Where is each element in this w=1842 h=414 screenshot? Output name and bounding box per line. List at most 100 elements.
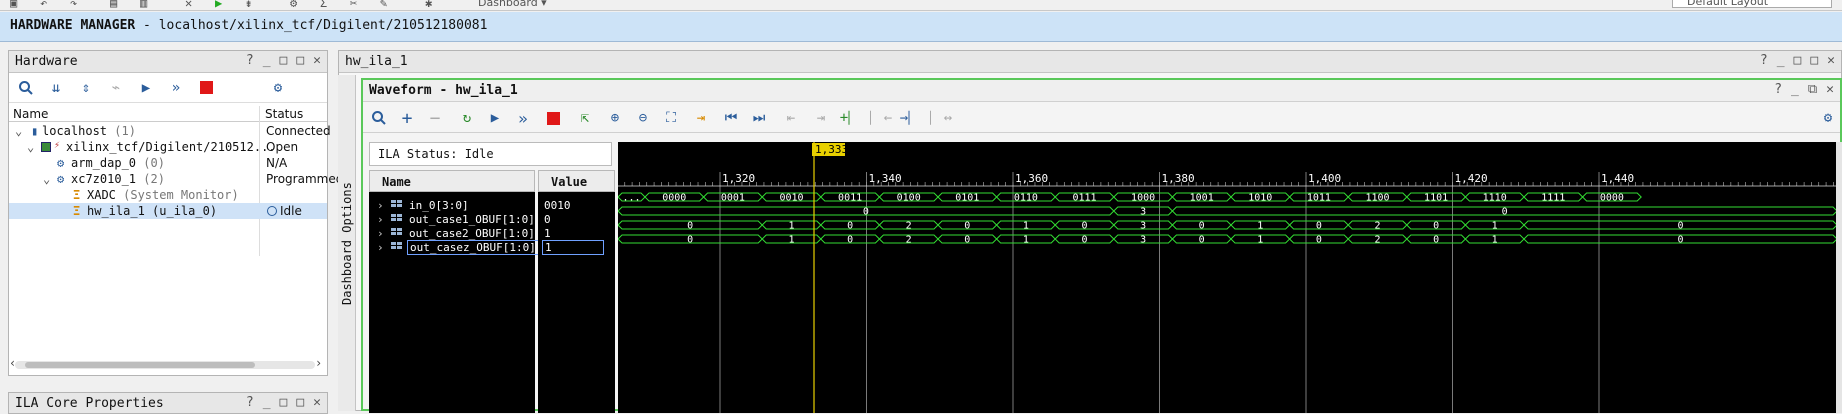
swap-cursors-icon[interactable]: ⎸↔ bbox=[930, 108, 952, 128]
delete-icon[interactable]: ✕ bbox=[185, 0, 192, 10]
gear-icon[interactable]: ⚙ bbox=[269, 79, 287, 97]
chevron-down-icon[interactable]: ⌄ bbox=[27, 140, 34, 154]
gear-icon[interactable]: ⚙ bbox=[1818, 108, 1838, 128]
run-immediate-icon[interactable]: » bbox=[167, 79, 185, 97]
search-icon[interactable] bbox=[17, 79, 35, 97]
horizontal-scrollbar[interactable]: ‹ › bbox=[9, 356, 322, 370]
pin-icon[interactable]: ✱ bbox=[425, 0, 432, 10]
run-trigger-icon[interactable]: ▶ bbox=[485, 108, 505, 128]
tree-row-xadc[interactable]: Ξ XADC (System Monitor) bbox=[9, 187, 327, 203]
save-icon[interactable]: ▣ bbox=[10, 0, 17, 10]
run-trigger-icon[interactable]: ▶ bbox=[137, 79, 155, 97]
bus-value-label: 0 bbox=[847, 221, 853, 232]
maximize-icon[interactable]: □ bbox=[296, 53, 304, 68]
help-icon[interactable]: ? bbox=[246, 53, 254, 68]
paste-icon[interactable]: ▥ bbox=[140, 0, 147, 10]
dashboard-options-tab[interactable]: Dashboard Options bbox=[338, 75, 356, 411]
value-column-header[interactable]: Value bbox=[538, 170, 615, 192]
close-icon[interactable]: ✕ bbox=[313, 395, 321, 410]
scroll-right-icon[interactable]: › bbox=[315, 356, 322, 370]
float-icon[interactable]: ⧉ bbox=[1808, 82, 1817, 97]
next-transition-icon[interactable]: ⇥ bbox=[811, 108, 831, 128]
maximize-icon[interactable]: □ bbox=[296, 395, 304, 410]
tree-row-localhost[interactable]: ⌄ ▮ localhost (1) Connected bbox=[9, 123, 331, 139]
sigma-icon[interactable]: Σ bbox=[320, 0, 327, 10]
close-icon[interactable]: ✕ bbox=[1827, 53, 1835, 68]
restore-icon[interactable]: □ bbox=[280, 53, 288, 68]
link-icon: ⚡ bbox=[54, 140, 61, 151]
auto-connect-icon[interactable]: ⌁ bbox=[107, 79, 125, 97]
stop-icon[interactable] bbox=[543, 108, 563, 128]
tree-row-arm-dap[interactable]: ⚙ arm_dap_0 (0) N/A bbox=[9, 155, 327, 171]
tree-row-hw-ila[interactable]: Ξ hw_ila_1 (u_ila_0) Idle bbox=[9, 203, 327, 219]
signal-row[interactable]: › out_casez_OBUF[1:0] bbox=[369, 240, 539, 255]
bus-value-label: 0 bbox=[863, 207, 869, 218]
layout-selector[interactable]: Default Layout bbox=[1672, 0, 1832, 8]
go-to-start-icon[interactable]: ⏮ bbox=[721, 108, 741, 128]
waveform-svg: 1,320 1,340 1,360 1,380 1,400 1,420 1,440... 00… bbox=[618, 142, 1837, 413]
close-icon[interactable]: ✕ bbox=[1826, 82, 1834, 97]
bus-value-label: 3 bbox=[1140, 221, 1146, 232]
signal-row[interactable]: › out_case2_OBUF[1:0] bbox=[369, 227, 535, 241]
chevron-right-icon[interactable]: › bbox=[377, 227, 384, 240]
collapse-all-icon[interactable]: ⇊ bbox=[47, 79, 65, 97]
tree-row-device[interactable]: ⌄ ⚙ xc7z010_1 (2) Programmed bbox=[9, 171, 343, 187]
scrollbar-thumb[interactable] bbox=[25, 362, 255, 368]
goto-cursor-icon[interactable]: ⇥ bbox=[691, 108, 711, 128]
restore-icon[interactable]: □ bbox=[280, 395, 288, 410]
bus-value-label: 0001 bbox=[721, 193, 745, 204]
expand-all-icon[interactable]: ⇕ bbox=[77, 79, 95, 97]
help-icon[interactable]: ? bbox=[246, 395, 254, 410]
settings-icon[interactable]: ⚙ bbox=[290, 0, 297, 10]
export-icon[interactable]: ⇱ bbox=[575, 108, 595, 128]
chevron-right-icon[interactable]: › bbox=[377, 241, 384, 254]
minimize-icon[interactable]: _ bbox=[1791, 82, 1799, 97]
help-icon[interactable]: ? bbox=[1774, 82, 1782, 97]
zoom-fit-icon[interactable]: ⛶ bbox=[661, 108, 681, 128]
chevron-right-icon[interactable]: › bbox=[377, 199, 384, 212]
search-icon[interactable] bbox=[369, 108, 389, 128]
signal-row[interactable]: › out_case1_OBUF[1:0] bbox=[369, 213, 535, 227]
chevron-down-icon[interactable]: ⌄ bbox=[15, 124, 22, 138]
chevron-right-icon[interactable]: › bbox=[377, 213, 384, 226]
zoom-in-icon[interactable]: ⊕ bbox=[605, 108, 625, 128]
status-text: Connected bbox=[266, 124, 331, 138]
add-marker-icon[interactable]: +⎸ bbox=[840, 108, 862, 128]
refresh-icon[interactable]: ↻ bbox=[457, 108, 477, 128]
vertical-scrollbar[interactable] bbox=[1836, 142, 1842, 413]
hw-ila-tab-title[interactable]: hw_ila_1 bbox=[345, 54, 408, 69]
minimize-icon[interactable]: _ bbox=[263, 53, 271, 68]
stop-icon[interactable] bbox=[197, 79, 215, 97]
next-marker-icon[interactable]: →⎸ bbox=[900, 108, 922, 128]
value-row: 0 bbox=[538, 213, 615, 227]
cut-icon[interactable]: ✂ bbox=[350, 0, 357, 10]
prev-marker-icon[interactable]: ⎸← bbox=[870, 108, 892, 128]
maximize-icon[interactable]: □ bbox=[1810, 53, 1818, 68]
zoom-out-icon[interactable]: ⊖ bbox=[633, 108, 653, 128]
run-icon[interactable]: ▶ bbox=[215, 0, 222, 10]
tool-icon[interactable]: ✎ bbox=[380, 0, 387, 10]
remove-icon[interactable]: − bbox=[425, 108, 445, 129]
host-icon: ▮ bbox=[31, 124, 39, 138]
restore-icon[interactable]: □ bbox=[1794, 53, 1802, 68]
run-immediate-icon[interactable]: » bbox=[513, 108, 533, 128]
minimize-icon[interactable]: _ bbox=[1777, 53, 1785, 68]
minimize-icon[interactable]: _ bbox=[263, 395, 271, 410]
step-icon[interactable]: ⇟ bbox=[245, 0, 252, 10]
waveform-canvas[interactable]: 1,320 1,340 1,360 1,380 1,400 1,420 1,440... 00… bbox=[618, 142, 1837, 413]
chevron-down-icon[interactable]: ⌄ bbox=[43, 172, 50, 186]
name-column-header[interactable]: Name bbox=[369, 170, 535, 192]
dashboard-menu[interactable]: Dashboard ▾ bbox=[478, 0, 547, 9]
redo-icon[interactable]: ↷ bbox=[70, 0, 77, 10]
go-to-end-icon[interactable]: ⏭ bbox=[749, 108, 769, 128]
signal-row[interactable]: › in_0[3:0] bbox=[369, 199, 535, 213]
prev-transition-icon[interactable]: ⇤ bbox=[781, 108, 801, 128]
bus-value-label: 0 bbox=[1502, 207, 1508, 218]
add-icon[interactable]: + bbox=[397, 108, 417, 129]
undo-icon[interactable]: ↶ bbox=[40, 0, 47, 10]
close-icon[interactable]: ✕ bbox=[313, 53, 321, 68]
copy-icon[interactable]: ▤ bbox=[110, 0, 117, 10]
tree-row-target[interactable]: ⌄ ⚡ xilinx_tcf/Digilent/210512... Open bbox=[9, 139, 327, 155]
help-icon[interactable]: ? bbox=[1760, 53, 1768, 68]
scroll-left-icon[interactable]: ‹ bbox=[9, 356, 16, 370]
